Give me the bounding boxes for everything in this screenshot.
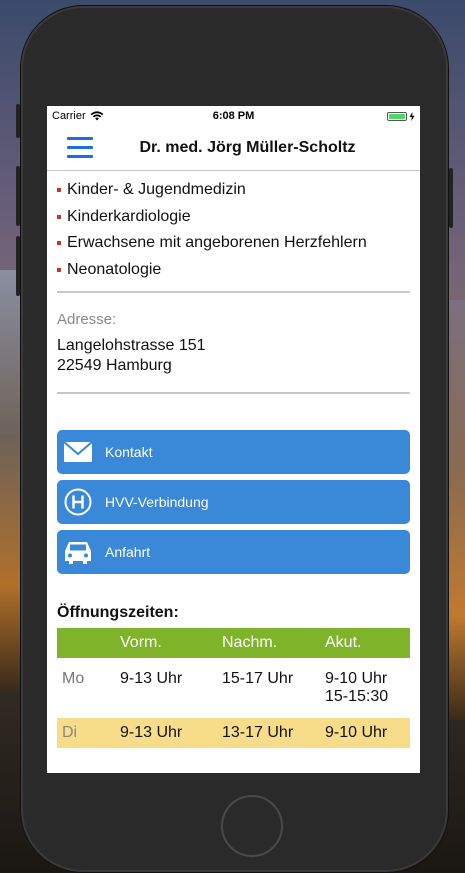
address-street: Langelohstrasse 151 [57, 337, 206, 354]
day-cell: Mo [62, 670, 85, 687]
acute-cell: 9-10 Uhr [325, 724, 388, 741]
power-button [449, 168, 453, 228]
divider [57, 291, 410, 293]
bullet-icon [57, 214, 61, 219]
bullet-icon [57, 241, 61, 246]
address-label: Adresse: [57, 311, 117, 328]
table-row: Mo 9-13 Uhr 15-17 Uhr 9-10 Uhr 15-15:30 [57, 658, 410, 718]
wifi-icon [90, 111, 104, 121]
contact-button-label: Kontakt [105, 444, 153, 460]
bullet-icon [57, 267, 61, 272]
mute-switch [16, 104, 20, 138]
hvv-button-label: HVV-Verbindung [105, 494, 209, 510]
acute-cell: 9-10 Uhr 15-15:30 [325, 670, 389, 705]
header-afternoon: Nachm. [222, 634, 278, 651]
volume-up-button [16, 166, 20, 226]
specialties-list: Kinder- & Jugendmedizin Kinderkardiologi… [57, 171, 410, 283]
action-buttons: Kontakt HVV-Verbindung Anfahrt [57, 430, 410, 574]
page-title: Dr. med. Jörg Müller-Scholtz [139, 139, 356, 156]
list-item: Neonatologie [57, 257, 410, 284]
list-item: Erwachsene mit angeborenen Herzfehlern [57, 230, 410, 257]
header-acute: Akut. [325, 634, 362, 651]
table-row-today: Di 9-13 Uhr 13-17 Uhr 9-10 Uhr [57, 718, 410, 748]
nav-bar: Dr. med. Jörg Müller-Scholtz [47, 126, 420, 171]
opening-hours-title: Öffnungszeiten: [57, 604, 179, 621]
morning-cell: 9-13 Uhr [120, 670, 183, 687]
battery-icon [387, 111, 415, 121]
volume-down-button [16, 236, 20, 296]
bus-stop-h-icon [63, 487, 93, 517]
status-bar: Carrier 6:08 PM [47, 106, 420, 126]
app-screen: Carrier 6:08 PM Dr. med. Jörg Müller-Sch… [47, 106, 420, 773]
hvv-connection-button[interactable]: HVV-Verbindung [57, 480, 410, 524]
header-day [57, 628, 120, 658]
directions-button-label: Anfahrt [105, 544, 151, 560]
address-block: Langelohstrasse 151 22549 Hamburg [57, 336, 410, 376]
opening-hours-table: Vorm. Nachm. Akut. Mo 9-13 Uhr 15-17 Uhr… [57, 628, 410, 748]
menu-icon[interactable] [67, 137, 93, 159]
table-header-row: Vorm. Nachm. Akut. [57, 628, 410, 658]
list-item: Kinderkardiologie [57, 204, 410, 231]
bullet-icon [57, 188, 61, 193]
car-icon [63, 537, 93, 567]
morning-cell: 9-13 Uhr [120, 724, 183, 741]
day-cell: Di [62, 724, 78, 741]
carrier-label: Carrier [52, 110, 86, 122]
directions-button[interactable]: Anfahrt [57, 530, 410, 574]
divider [57, 392, 410, 394]
contact-button[interactable]: Kontakt [57, 430, 410, 474]
main-content: Kinder- & Jugendmedizin Kinderkardiologi… [47, 171, 420, 748]
charging-bolt-icon [409, 111, 415, 121]
home-button[interactable] [221, 795, 283, 857]
header-morning: Vorm. [120, 634, 162, 651]
address-city: 22549 Hamburg [57, 357, 172, 374]
afternoon-cell: 15-17 Uhr [222, 670, 294, 687]
afternoon-cell: 13-17 Uhr [222, 724, 294, 741]
list-item: Kinder- & Jugendmedizin [57, 177, 410, 204]
envelope-icon [63, 437, 93, 467]
